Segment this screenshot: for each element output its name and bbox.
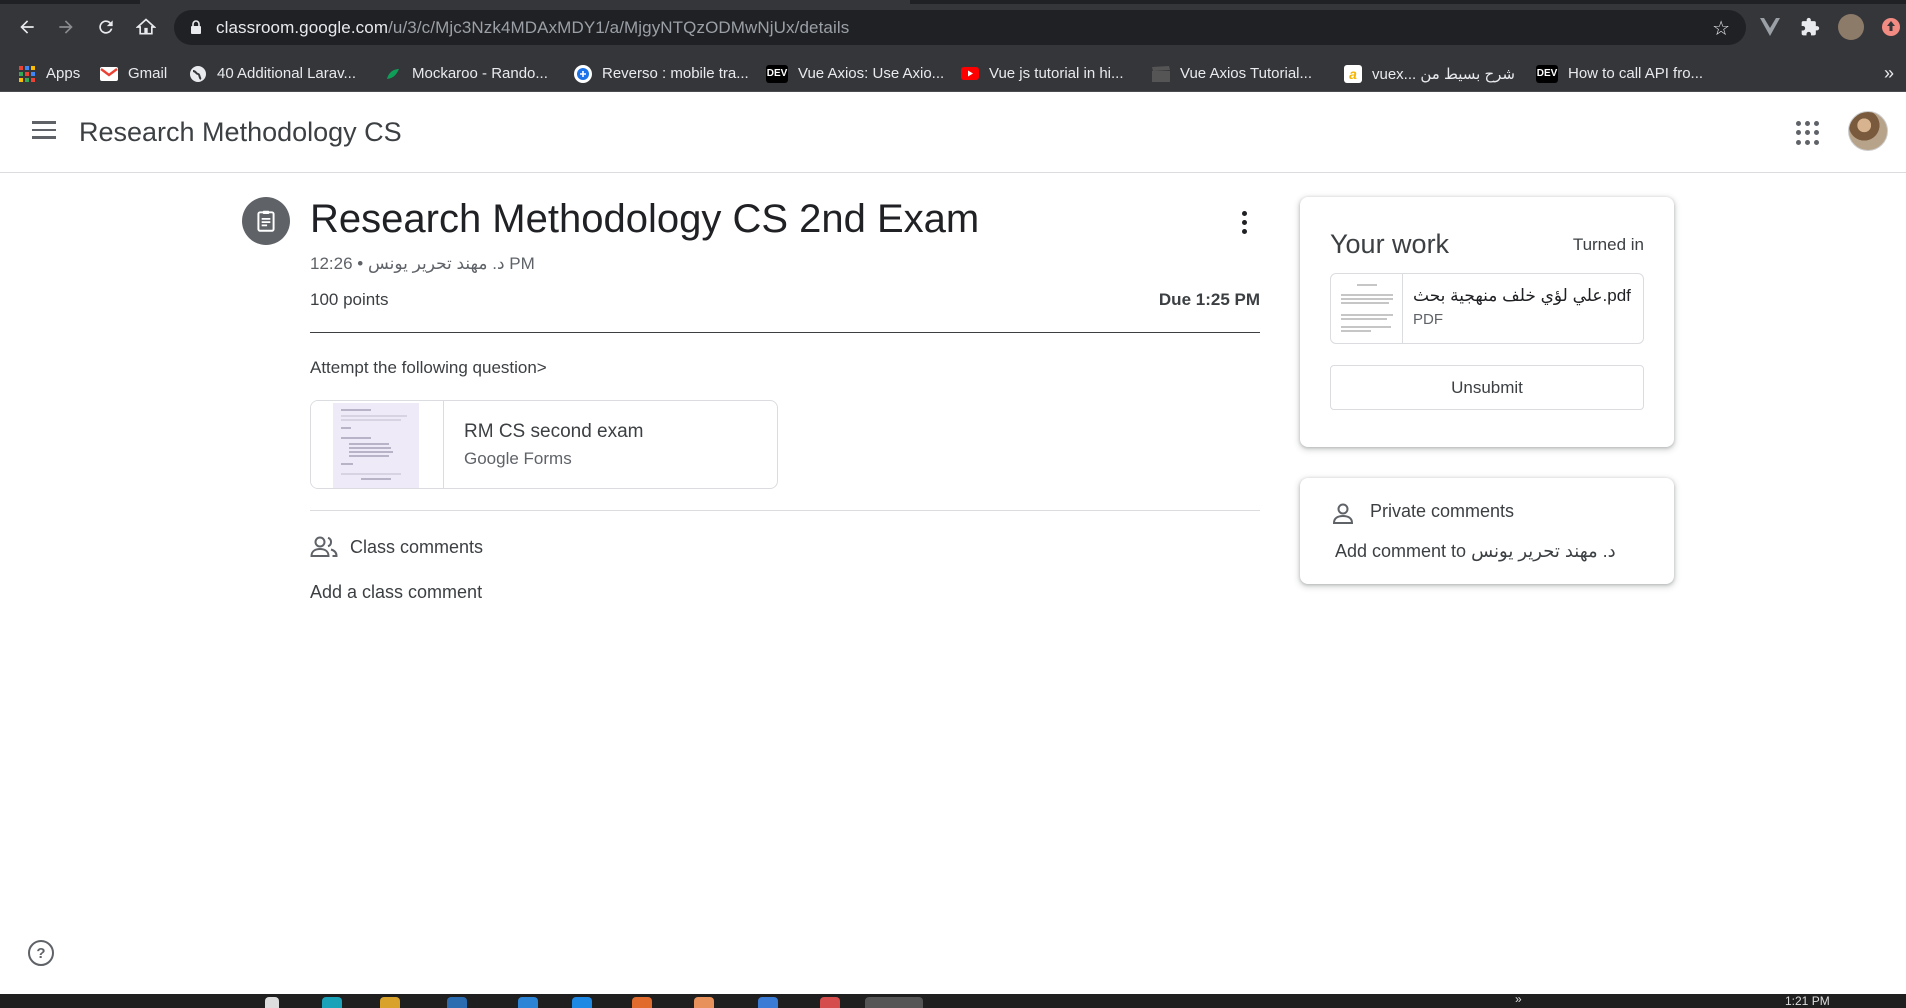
taskbar-clock: 1:21 PM: [1785, 994, 1830, 1008]
bookmark-vue-axios-dev[interactable]: DEV Vue Axios: Use Axio...: [766, 55, 944, 92]
assignment-icon: [242, 197, 290, 245]
bookmark-apps[interactable]: Apps: [18, 55, 80, 92]
url-text[interactable]: classroom.google.com/u/3/c/Mjc3Nzk4MDAxM…: [216, 18, 849, 38]
taskbar-app-icon[interactable]: [632, 997, 652, 1008]
apps-grid-icon: [18, 65, 36, 83]
assignment-meta: د. مهند تحرير يونس • 12:26 PM: [310, 254, 535, 273]
taskbar-active-app[interactable]: [865, 997, 923, 1008]
add-class-comment-button[interactable]: Add a class comment: [310, 582, 482, 603]
clapper-icon: [1152, 65, 1170, 83]
class-title[interactable]: Research Methodology CS: [79, 117, 402, 148]
gmail-icon: [100, 65, 118, 83]
globe-icon: [189, 65, 207, 83]
tab-strip: [0, 0, 1906, 4]
bookmark-label: Vue js tutorial in hi...: [989, 65, 1124, 82]
more-bookmarks-chevron-icon[interactable]: »: [1884, 63, 1894, 84]
assignment-instructions: Attempt the following question>: [310, 358, 547, 377]
your-work-title: Your work: [1330, 229, 1450, 259]
profile-avatar[interactable]: [1838, 14, 1864, 40]
taskbar-overflow-chevron-icon[interactable]: »: [1515, 992, 1522, 1006]
add-private-comment-button[interactable]: Add comment to د. مهند تحرير يونس: [1335, 541, 1616, 562]
url-path: /u/3/c/Mjc3Nzk4MDAxMDY1/a/MjgyNTQzODMwNj…: [388, 18, 850, 37]
assignment-title: Research Methodology CS 2nd Exam: [310, 197, 980, 241]
taskbar-app-icon[interactable]: [518, 997, 538, 1008]
taskbar-app-icon[interactable]: [447, 997, 467, 1008]
turned-in-status: Turned in: [1572, 235, 1644, 254]
more-options-icon[interactable]: [1232, 207, 1256, 237]
os-taskbar: » 1:21 PM: [0, 992, 1906, 1008]
main-menu-icon[interactable]: [28, 116, 60, 148]
bookmark-vue-axios-tutorial[interactable]: Vue Axios Tutorial...: [1152, 55, 1312, 92]
bookmark-label: Mockaroo - Rando...: [412, 65, 548, 82]
bookmark-label: Vue Axios Tutorial...: [1180, 65, 1313, 82]
url-host: classroom.google.com: [216, 18, 389, 37]
submitted-file-name: علي لؤي خلف منهجية بحث.pdf: [1413, 286, 1631, 305]
mockaroo-icon: [384, 65, 402, 83]
bookmark-mockaroo[interactable]: Mockaroo - Rando...: [384, 55, 548, 92]
divider: [310, 332, 1260, 333]
active-tab[interactable]: [140, 0, 910, 4]
person-icon: [1332, 502, 1354, 529]
taskbar-app-icon[interactable]: [820, 997, 840, 1008]
people-icon: [310, 535, 338, 564]
submitted-file-type: PDF: [1413, 311, 1443, 328]
your-work-card: Your work Turned in علي لؤي خلف منهجية ب…: [1300, 197, 1674, 447]
classroom-header: Research Methodology CS: [0, 92, 1906, 173]
bookmark-label: Apps: [46, 65, 81, 82]
browser-toolbar: classroom.google.com/u/3/c/Mjc3Nzk4MDAxM…: [0, 0, 1906, 55]
lock-icon[interactable]: [190, 20, 202, 40]
help-icon[interactable]: ?: [28, 940, 54, 966]
bookmark-label: Vue Axios: Use Axio...: [798, 65, 945, 82]
form-attachment-card[interactable]: RM CS second exam Google Forms: [310, 400, 778, 489]
divider: [310, 510, 1260, 511]
submitted-file-card[interactable]: علي لؤي خلف منهجية بحث.pdf PDF: [1330, 273, 1644, 344]
update-icon[interactable]: [1878, 14, 1904, 40]
vue-devtools-icon[interactable]: [1757, 14, 1783, 40]
taskbar-app-icon[interactable]: [265, 997, 279, 1008]
youtube-icon: [961, 65, 979, 83]
dev-icon: DEV: [1536, 64, 1558, 83]
bookmark-star-icon[interactable]: ☆: [1712, 16, 1730, 41]
taskbar-app-icon[interactable]: [758, 997, 778, 1008]
taskbar-app-icon[interactable]: [322, 997, 342, 1008]
back-icon[interactable]: [12, 12, 42, 42]
bookmark-label: 40 Additional Larav...: [217, 65, 356, 82]
forward-icon[interactable]: [51, 12, 81, 42]
private-comments-card: Private comments Add comment to د. مهند …: [1300, 478, 1674, 584]
address-bar[interactable]: classroom.google.com/u/3/c/Mjc3Nzk4MDAxM…: [174, 10, 1746, 45]
dev-icon: DEV: [766, 64, 788, 83]
hsoub-icon: a: [1344, 64, 1362, 83]
assignment-due: Due 1:25 PM: [1158, 290, 1260, 309]
unsubmit-button[interactable]: Unsubmit: [1330, 365, 1644, 410]
bookmark-laravel[interactable]: 40 Additional Larav...: [189, 55, 356, 92]
google-apps-icon[interactable]: [1796, 121, 1820, 145]
bookmarks-bar: Apps Gmail 40 Additional Larav... Mockar…: [0, 55, 1906, 92]
bookmark-label: Gmail: [128, 65, 168, 82]
taskbar-app-icon[interactable]: [694, 997, 714, 1008]
reload-icon[interactable]: [91, 12, 121, 42]
attachment-title: RM CS second exam: [464, 421, 644, 442]
account-avatar[interactable]: [1848, 111, 1888, 151]
attachment-type: Google Forms: [464, 449, 572, 468]
class-comments-label: Class comments: [350, 537, 484, 557]
bookmark-label: How to call API fro...: [1568, 65, 1704, 82]
private-comments-label: Private comments: [1370, 501, 1515, 521]
assignment-points: 100 points: [310, 290, 389, 309]
reverso-icon: [574, 64, 592, 83]
pdf-thumbnail: [1331, 274, 1403, 343]
bookmark-label: Reverso : mobile tra...: [602, 65, 749, 82]
bookmark-vue-youtube[interactable]: Vue js tutorial in hi...: [961, 55, 1124, 92]
bookmark-gmail[interactable]: Gmail: [100, 55, 167, 92]
home-icon[interactable]: [131, 12, 161, 42]
extensions-puzzle-icon[interactable]: [1797, 14, 1823, 40]
bookmark-call-api-dev[interactable]: DEV How to call API fro...: [1536, 55, 1703, 92]
bookmark-vuex-hsoub[interactable]: a vuex... شرح بسيط من: [1344, 55, 1515, 92]
bookmark-reverso[interactable]: Reverso : mobile tra...: [574, 55, 749, 92]
form-thumbnail: [311, 401, 444, 488]
bookmark-label: vuex... شرح بسيط من: [1372, 65, 1515, 83]
taskbar-app-icon[interactable]: [572, 997, 592, 1008]
taskbar-app-icon[interactable]: [380, 997, 400, 1008]
